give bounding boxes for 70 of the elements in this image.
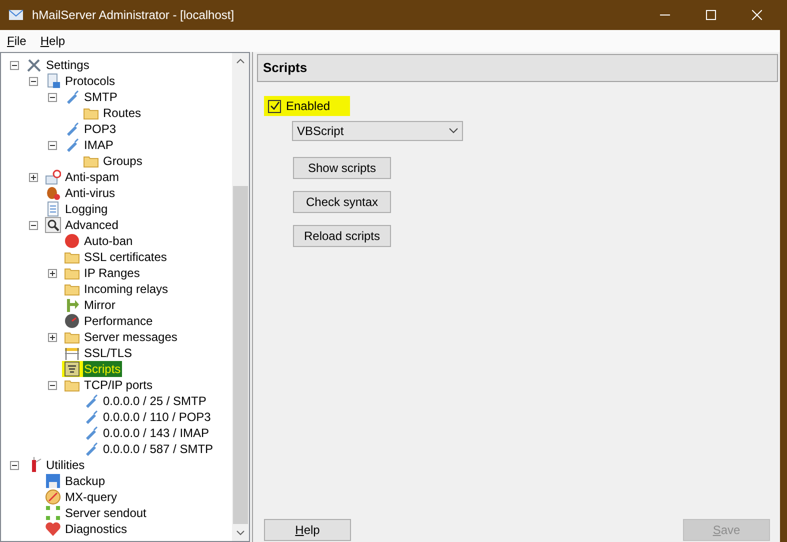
- compass-icon: [45, 489, 61, 505]
- tree-item[interactable]: POP3: [83, 121, 118, 137]
- tree-item[interactable]: Advanced: [64, 217, 120, 233]
- tree-item[interactable]: Utilities: [45, 457, 86, 473]
- tree-item[interactable]: 0.0.0.0 / 143 / IMAP: [102, 425, 210, 441]
- arrow-icon: [64, 297, 80, 313]
- chevron-down-icon: [449, 128, 458, 134]
- window-title: hMailServer Administrator - [localhost]: [32, 7, 234, 24]
- app-icon: [8, 7, 24, 23]
- tree-item[interactable]: Groups: [102, 153, 144, 169]
- enabled-checkbox[interactable]: [268, 100, 281, 112]
- tree-item[interactable]: Mirror: [83, 297, 116, 313]
- magnifier-icon: [45, 217, 61, 233]
- gauge-icon: [64, 313, 80, 329]
- script-icon: [64, 361, 80, 377]
- tree-item[interactable]: Logging: [64, 201, 109, 217]
- tree-item[interactable]: Anti-spam: [64, 169, 120, 185]
- tree-item[interactable]: IMAP: [83, 137, 114, 153]
- tree-item[interactable]: SSL certificates: [83, 249, 168, 265]
- tree-item[interactable]: Routes: [102, 105, 142, 121]
- collapse-icon[interactable]: [48, 92, 57, 102]
- collapse-icon[interactable]: [29, 76, 38, 86]
- tree-item[interactable]: 0.0.0.0 / 25 / SMTP: [102, 393, 208, 409]
- expand-icon[interactable]: [48, 332, 57, 342]
- tree-item[interactable]: 0.0.0.0 / 110 / POP3: [102, 409, 212, 425]
- tree-item[interactable]: SMTP: [83, 89, 118, 105]
- tree-item[interactable]: MX-query: [64, 489, 118, 505]
- help-button[interactable]: Help: [264, 519, 351, 541]
- tree-item[interactable]: Server sendout: [64, 505, 148, 521]
- panel-title: Scripts: [263, 59, 308, 78]
- menu-item[interactable]: Help: [33, 32, 72, 50]
- tree-item[interactable]: Server messages: [83, 329, 178, 345]
- tree-item[interactable]: Scripts: [83, 361, 122, 377]
- menu-item[interactable]: File: [0, 32, 34, 50]
- close-icon: [752, 10, 762, 20]
- barrier-icon: [64, 345, 80, 361]
- maximize-icon: [706, 10, 716, 20]
- collapse-icon[interactable]: [10, 60, 19, 70]
- checkbox-label: Enabled: [286, 98, 330, 115]
- language-dropdown[interactable]: VBScript: [292, 121, 463, 141]
- document-icon: [45, 73, 61, 89]
- action-button[interactable]: Reload scripts: [293, 225, 391, 247]
- action-button[interactable]: Check syntax: [293, 191, 391, 213]
- scrollbar-thumb[interactable]: [233, 186, 248, 524]
- tree-item[interactable]: Incoming relays: [83, 281, 170, 297]
- tree-item[interactable]: IP Ranges: [83, 265, 141, 281]
- collapse-icon[interactable]: [10, 460, 19, 470]
- collapse-icon[interactable]: [29, 220, 38, 230]
- action-button[interactable]: Show scripts: [293, 157, 391, 179]
- expand-icon[interactable]: [29, 172, 38, 182]
- tree-item[interactable]: Performance: [83, 313, 154, 329]
- expand-icon[interactable]: [48, 268, 57, 278]
- tree-item[interactable]: Auto-ban: [83, 233, 134, 249]
- envelope-icon: [45, 169, 61, 185]
- collapse-icon[interactable]: [48, 140, 57, 150]
- tree-item[interactable]: Protocols: [64, 73, 116, 89]
- log-icon: [45, 201, 61, 217]
- scrollbar[interactable]: [232, 53, 249, 541]
- tree-item[interactable]: SSL/TLS: [83, 345, 134, 361]
- heart-icon: [45, 521, 61, 537]
- tree-item[interactable]: Diagnostics: [64, 521, 128, 537]
- bug-icon: [45, 185, 61, 201]
- collapse-icon[interactable]: [48, 380, 57, 390]
- dots-icon: [45, 505, 61, 521]
- tree-item[interactable]: Backup: [64, 473, 106, 489]
- tree-item[interactable]: Settings: [45, 57, 90, 73]
- stop-icon: [64, 233, 80, 249]
- tree-item[interactable]: 0.0.0.0 / 587 / SMTP: [102, 441, 214, 457]
- tree-item[interactable]: Anti-virus: [64, 185, 116, 201]
- tree-item[interactable]: TCP/IP ports: [83, 377, 154, 393]
